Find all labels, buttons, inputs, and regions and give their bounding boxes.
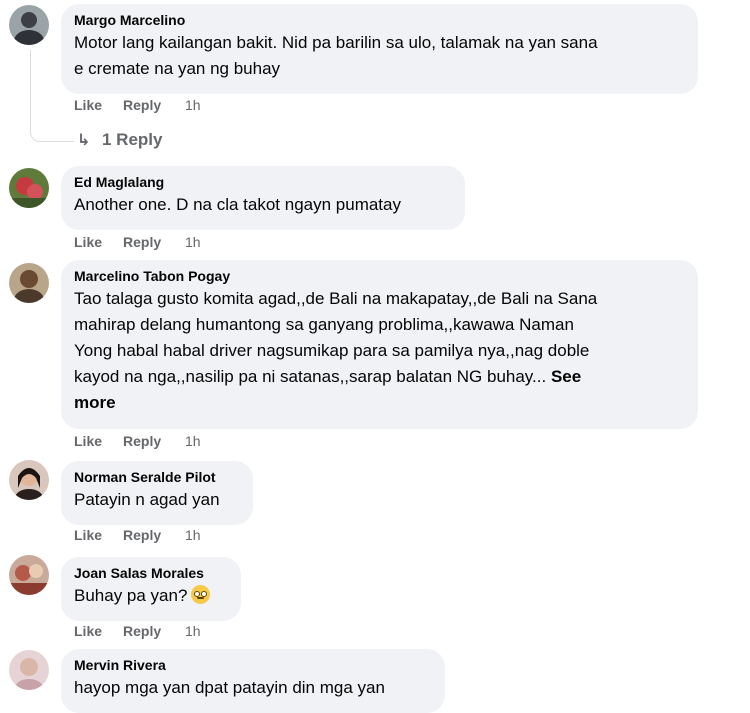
reply-arrow-icon: ↳ bbox=[77, 132, 91, 149]
comment-actions: Like Reply 1h bbox=[74, 96, 201, 114]
reply-button[interactable]: Reply bbox=[123, 233, 185, 251]
avatar[interactable] bbox=[9, 168, 49, 208]
comment-line: e cremate na yan ng buhay bbox=[74, 59, 281, 78]
comment-bubble: Marcelino Tabon Pogay Tao talaga gusto k… bbox=[61, 260, 698, 429]
comment-actions: Like Reply 1h bbox=[74, 622, 201, 640]
avatar[interactable] bbox=[9, 460, 49, 500]
avatar[interactable] bbox=[9, 555, 49, 595]
like-button[interactable]: Like bbox=[74, 432, 123, 450]
like-button[interactable]: Like bbox=[74, 233, 123, 251]
comment-bubble: Joan Salas Morales Buhay pa yan? bbox=[61, 557, 241, 621]
comment-bubble: Norman Seralde Pilot Patayin n agad yan bbox=[61, 461, 253, 525]
comment-bubble: Mervin Rivera hayop mga yan dpat patayin… bbox=[61, 649, 445, 713]
face-with-rolling-eyes-emoji bbox=[191, 585, 211, 604]
reply-button[interactable]: Reply bbox=[123, 432, 185, 450]
comment-text: Patayin n agad yan bbox=[74, 487, 240, 513]
replies-count: 1 Reply bbox=[102, 130, 163, 149]
reply-button[interactable]: Reply bbox=[123, 526, 185, 544]
comment: Marcelino Tabon Pogay Tao talaga gusto k… bbox=[0, 258, 750, 458]
comment-timestamp[interactable]: 1h bbox=[185, 526, 201, 544]
comment-line: Patayin n agad yan bbox=[74, 490, 220, 509]
like-button[interactable]: Like bbox=[74, 96, 123, 114]
comment-line-text: kayod na nga,,nasilip pa ni satanas,,sar… bbox=[74, 367, 547, 386]
view-replies-link[interactable]: ↳ 1 Reply bbox=[77, 128, 162, 152]
comment-timestamp[interactable]: 1h bbox=[185, 233, 201, 251]
comment-line: mahirap delang humantong sa ganyang prob… bbox=[74, 315, 574, 334]
comment-text: Motor lang kailangan bakit. Nid pa baril… bbox=[74, 30, 685, 82]
reply-button[interactable]: Reply bbox=[123, 96, 185, 114]
comment-actions: Like Reply 1h bbox=[74, 526, 201, 544]
comment-author[interactable]: Margo Marcelino bbox=[74, 11, 685, 30]
comment-author[interactable]: Ed Maglalang bbox=[74, 173, 452, 192]
comment-bubble: Margo Marcelino Motor lang kailangan bak… bbox=[61, 4, 698, 94]
see-more-link[interactable]: See bbox=[551, 367, 581, 386]
comment-timestamp[interactable]: 1h bbox=[185, 432, 201, 450]
avatar[interactable] bbox=[9, 650, 49, 690]
comment-line: Another one. D na cla takot ngayn pumata… bbox=[74, 195, 401, 214]
like-button[interactable]: Like bbox=[74, 622, 123, 640]
like-button[interactable]: Like bbox=[74, 526, 123, 544]
comment-text: hayop mga yan dpat patayin din mga yan bbox=[74, 675, 432, 701]
comment-line: Yong habal habal driver nagsumikap para … bbox=[74, 341, 590, 360]
comment-timestamp[interactable]: 1h bbox=[185, 622, 201, 640]
comment-line: kayod na nga,,nasilip pa ni satanas,,sar… bbox=[74, 364, 685, 390]
comment: Mervin Rivera hayop mga yan dpat patayin… bbox=[0, 646, 750, 713]
comment-author[interactable]: Marcelino Tabon Pogay bbox=[74, 267, 685, 286]
comment-author[interactable]: Mervin Rivera bbox=[74, 656, 432, 675]
comment-line: Motor lang kailangan bakit. Nid pa baril… bbox=[74, 33, 598, 52]
comment-text: Tao talaga gusto komita agad,,de Bali na… bbox=[74, 286, 685, 416]
reply-button[interactable]: Reply bbox=[123, 622, 185, 640]
comment-bubble: Ed Maglalang Another one. D na cla takot… bbox=[61, 166, 465, 230]
comment-timestamp[interactable]: 1h bbox=[185, 96, 201, 114]
comment: Joan Salas Morales Buhay pa yan? Like Rep… bbox=[0, 551, 750, 646]
comment: Norman Seralde Pilot Patayin n agad yan … bbox=[0, 455, 750, 550]
comment-line: Tao talaga gusto komita agad,,de Bali na… bbox=[74, 289, 598, 308]
comment-line: hayop mga yan dpat patayin din mga yan bbox=[74, 678, 385, 697]
comment-actions: Like Reply 1h bbox=[74, 432, 201, 450]
comment-author[interactable]: Joan Salas Morales bbox=[74, 564, 228, 583]
see-more-link[interactable]: more bbox=[74, 390, 685, 416]
comment-line: Buhay pa yan? bbox=[74, 586, 188, 605]
comment-text: Another one. D na cla takot ngayn pumata… bbox=[74, 192, 452, 218]
comment: Margo Marcelino Motor lang kailangan bak… bbox=[0, 0, 750, 160]
avatar[interactable] bbox=[9, 263, 49, 303]
comment-author[interactable]: Norman Seralde Pilot bbox=[74, 468, 240, 487]
comment: Ed Maglalang Another one. D na cla takot… bbox=[0, 160, 750, 255]
comment-actions: Like Reply 1h bbox=[74, 233, 201, 251]
avatar[interactable] bbox=[9, 5, 49, 45]
comment-text: Buhay pa yan? bbox=[74, 583, 228, 609]
